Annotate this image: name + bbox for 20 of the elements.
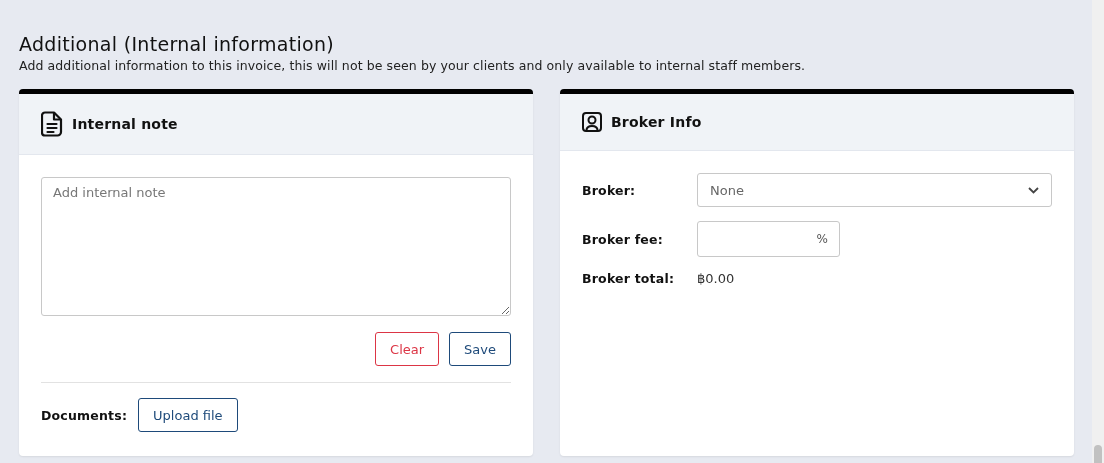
- person-icon: [582, 112, 602, 132]
- clear-button[interactable]: Clear: [375, 332, 440, 366]
- field-label: Broker:: [582, 182, 637, 198]
- documents-label: Documents:: [41, 407, 128, 423]
- upload-button[interactable]: Upload file: [138, 398, 238, 432]
- section-description: Add additional information to this invoice, this will not be seen by your clients and only available to internal staff members.: [19, 58, 807, 73]
- card-title: Broker Info: [611, 114, 702, 130]
- broker-total-value: ฿0.00: [697, 271, 736, 286]
- note-field[interactable]: Add internal note: [41, 177, 511, 316]
- field-label: Broker total:: [582, 271, 676, 286]
- broker-select[interactable]: None: [697, 173, 1052, 207]
- chevron-down-icon: [1028, 186, 1039, 194]
- document-icon: [41, 111, 63, 137]
- field-label: Broker fee:: [582, 231, 664, 247]
- section-title: Additional (Internal information): [19, 33, 336, 55]
- card-title: Internal note: [72, 116, 178, 132]
- scrollbar[interactable]: [1092, 0, 1104, 463]
- save-button[interactable]: Save: [449, 332, 511, 366]
- scrollbar-thumb[interactable]: [1094, 445, 1102, 463]
- fee-input-field[interactable]: %: [697, 221, 840, 257]
